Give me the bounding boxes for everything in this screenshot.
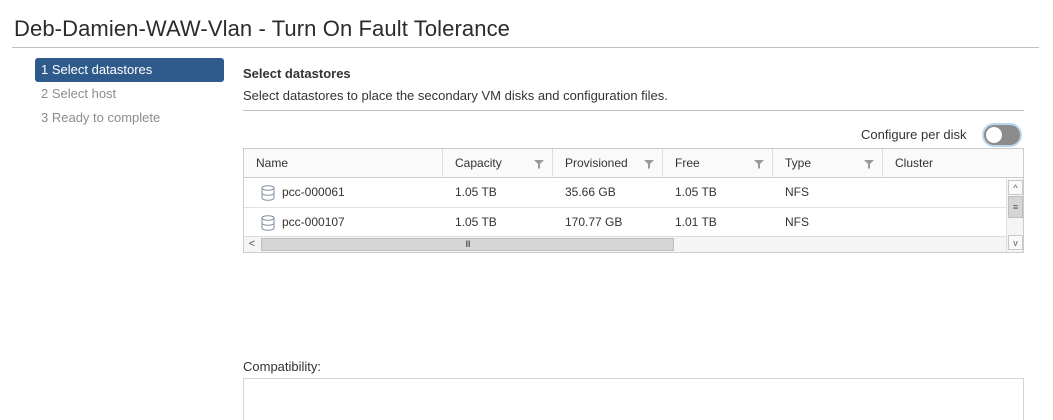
column-header-provisioned[interactable]: Provisioned xyxy=(553,149,663,178)
database-icon xyxy=(261,185,275,201)
datastore-name: pcc-000107 xyxy=(282,215,345,229)
step-select-datastores[interactable]: 1 Select datastores xyxy=(35,58,224,82)
grid-header: Name Capacity Provisioned Free Type Clus… xyxy=(244,149,1023,178)
compatibility-panel xyxy=(243,378,1024,420)
wizard-steps: 1 Select datastores 2 Select host 3 Read… xyxy=(35,58,224,130)
filter-icon[interactable] xyxy=(644,159,654,169)
horizontal-scroll-thumb[interactable]: III xyxy=(261,238,674,251)
section-title: Select datastores xyxy=(243,66,351,81)
table-row[interactable]: pcc-000107 1.05 TB 170.77 GB 1.01 TB NFS xyxy=(244,208,1006,238)
filter-icon[interactable] xyxy=(754,159,764,169)
datastores-grid: Name Capacity Provisioned Free Type Clus… xyxy=(243,148,1024,253)
database-icon xyxy=(261,215,275,231)
column-header-capacity[interactable]: Capacity xyxy=(443,149,553,178)
vertical-scrollbar[interactable]: ^ ≡ v xyxy=(1006,179,1023,252)
toggle-knob xyxy=(986,127,1002,143)
filter-icon[interactable] xyxy=(534,159,544,169)
cell-type: NFS xyxy=(785,185,809,199)
title-divider xyxy=(12,47,1039,48)
configure-per-disk-label: Configure per disk xyxy=(861,127,967,142)
filter-icon[interactable] xyxy=(864,159,874,169)
cell-provisioned: 35.66 GB xyxy=(565,185,616,199)
horizontal-scrollbar[interactable]: < III xyxy=(244,236,1006,252)
compatibility-label: Compatibility: xyxy=(243,359,322,374)
column-header-cluster[interactable]: Cluster xyxy=(883,149,1023,178)
cell-cluster xyxy=(883,208,1006,237)
datastore-name: pcc-000061 xyxy=(282,185,345,199)
section-divider xyxy=(243,110,1024,111)
cell-free: 1.05 TB xyxy=(675,185,717,199)
grip-icon: III xyxy=(465,239,471,249)
cell-capacity: 1.05 TB xyxy=(455,215,497,229)
dialog-title: Deb-Damien-WAW-Vlan - Turn On Fault Tole… xyxy=(14,16,511,41)
scroll-up-button[interactable]: ^ xyxy=(1008,180,1023,195)
configure-per-disk-toggle[interactable] xyxy=(984,125,1020,145)
scroll-down-button[interactable]: v xyxy=(1008,235,1023,250)
table-row[interactable]: pcc-000061 1.05 TB 35.66 GB 1.05 TB NFS xyxy=(244,178,1006,208)
cell-type: NFS xyxy=(785,215,809,229)
step-ready-to-complete[interactable]: 3 Ready to complete xyxy=(35,106,224,130)
vertical-scroll-thumb[interactable]: ≡ xyxy=(1008,196,1023,218)
column-header-free[interactable]: Free xyxy=(663,149,773,178)
cell-free: 1.01 TB xyxy=(675,215,717,229)
column-header-name[interactable]: Name xyxy=(244,149,443,178)
cell-provisioned: 170.77 GB xyxy=(565,215,623,229)
step-select-host[interactable]: 2 Select host xyxy=(35,82,224,106)
cell-capacity: 1.05 TB xyxy=(455,185,497,199)
section-description: Select datastores to place the secondary… xyxy=(243,88,668,103)
cell-cluster xyxy=(883,178,1006,207)
column-header-type[interactable]: Type xyxy=(773,149,883,178)
grip-icon: ≡ xyxy=(1012,202,1019,212)
scroll-left-button[interactable]: < xyxy=(245,237,259,252)
